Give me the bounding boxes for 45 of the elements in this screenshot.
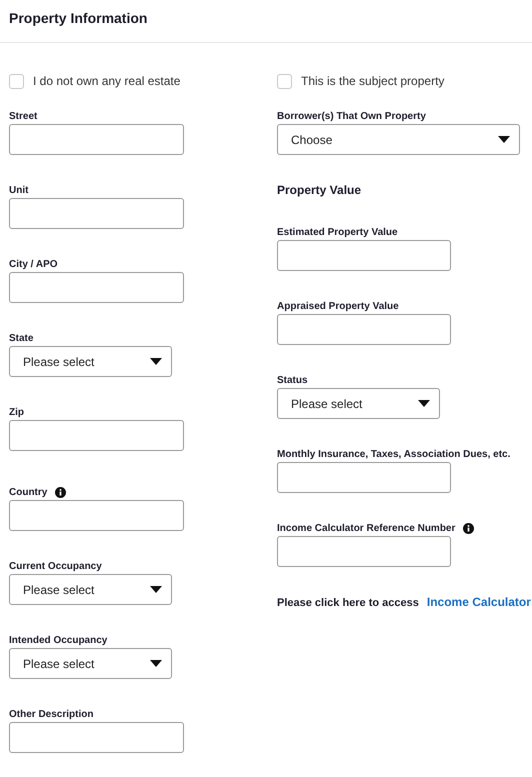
info-icon[interactable] <box>463 522 474 534</box>
field-label: Current Occupancy <box>9 560 102 572</box>
input-field[interactable] <box>277 240 451 271</box>
caret-icon <box>150 586 162 593</box>
input-field[interactable] <box>9 420 184 451</box>
access-text: Please click here to access <box>277 597 419 609</box>
field-label: State <box>9 332 34 344</box>
input-field[interactable] <box>277 536 451 567</box>
select-dropdown[interactable]: Please select <box>9 346 172 377</box>
field-label: Borrower(s) That Own Property <box>277 110 426 122</box>
field-label: Status <box>277 374 308 386</box>
caret-icon <box>150 358 162 365</box>
input-field[interactable] <box>9 500 184 531</box>
input-field[interactable] <box>9 124 184 155</box>
select-dropdown[interactable]: Please select <box>9 574 172 605</box>
section-title: Property Information <box>9 10 148 26</box>
caret-icon <box>498 136 510 143</box>
input-field[interactable] <box>9 198 184 229</box>
checkbox-label: I do not own any real estate <box>33 74 180 88</box>
input-field[interactable] <box>277 462 451 493</box>
field-label: Zip <box>9 406 24 418</box>
field-label: Appraised Property Value <box>277 300 399 312</box>
select-dropdown[interactable]: Please select <box>277 388 440 419</box>
group-heading: Property Value <box>277 183 362 197</box>
caret-icon <box>418 400 430 407</box>
field-label: Estimated Property Value <box>277 226 398 238</box>
info-icon[interactable] <box>55 486 66 498</box>
field-label: Income Calculator Reference Number <box>277 522 456 534</box>
checkbox[interactable] <box>277 74 292 88</box>
field-label: Street <box>9 110 38 122</box>
checkbox-label: This is the subject property <box>301 74 444 88</box>
caret-icon <box>150 660 162 667</box>
input-field[interactable] <box>277 314 451 345</box>
input-field[interactable] <box>9 272 184 303</box>
field-label: Other Description <box>9 708 94 720</box>
calculator-link[interactable]: Income Calculator <box>426 595 531 609</box>
field-label: Monthly Insurance, Taxes, Association Dues, etc. <box>277 448 510 460</box>
input-field[interactable] <box>9 722 184 753</box>
field-label: Intended Occupancy <box>9 634 108 646</box>
field-label: Unit <box>9 184 28 196</box>
checkbox[interactable] <box>9 74 24 88</box>
select-dropdown[interactable]: Please select <box>9 648 172 679</box>
field-label: City / APO <box>9 258 58 270</box>
field-label: Country <box>9 486 48 498</box>
select-dropdown[interactable]: Choose <box>277 124 520 155</box>
